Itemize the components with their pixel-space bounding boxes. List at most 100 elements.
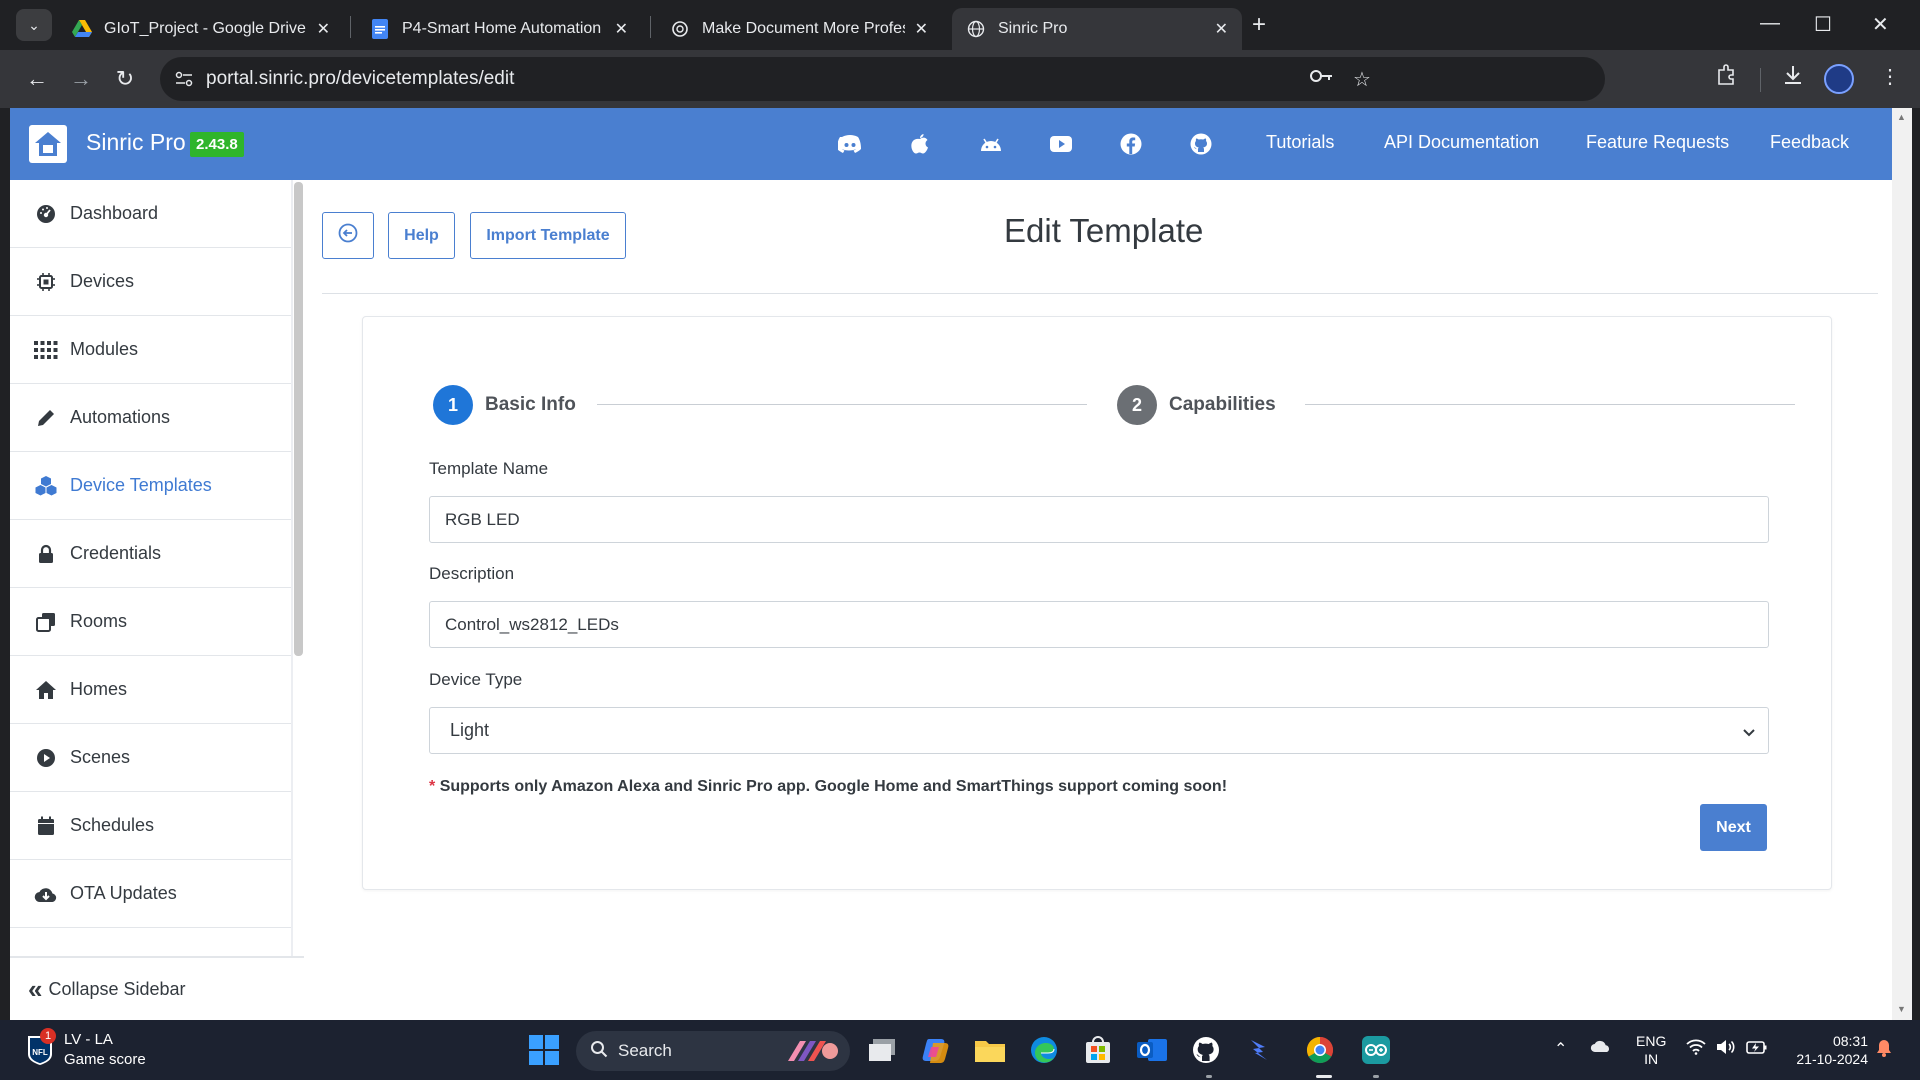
import-template-button[interactable]: Import Template — [470, 212, 626, 259]
rooms-icon — [34, 612, 58, 632]
device-type-select[interactable]: Light — [429, 707, 1769, 754]
outlook-icon[interactable] — [1134, 1032, 1170, 1068]
facebook-icon[interactable] — [1117, 130, 1145, 158]
search-label: Search — [618, 1041, 672, 1060]
feature-requests-link[interactable]: Feature Requests — [1586, 132, 1729, 153]
task-view-icon[interactable] — [864, 1032, 900, 1068]
step-basic-info[interactable]: 1 Basic Info — [433, 385, 576, 425]
site-settings-icon[interactable] — [170, 65, 198, 93]
more-menu-icon[interactable]: ⋮ — [1880, 64, 1900, 89]
sidebar-scrollbar[interactable] — [294, 182, 303, 656]
bookmark-star-icon[interactable]: ☆ — [1353, 67, 1371, 92]
game-score-widget[interactable]: LV - LA Game score — [64, 1030, 146, 1070]
brand-name[interactable]: Sinric Pro — [86, 129, 186, 156]
sidebar-item-device-templates[interactable]: Device Templates — [10, 452, 291, 520]
notification-bell-icon[interactable] — [1876, 1039, 1892, 1062]
minimize-icon[interactable]: — — [1760, 12, 1780, 35]
github-icon[interactable] — [1187, 130, 1215, 158]
profile-avatar[interactable] — [1824, 64, 1854, 94]
chrome-active-indicator — [1316, 1075, 1332, 1078]
browser-toolbar: ← → ↻ portal.sinric.pro/devicetemplates/… — [0, 50, 1920, 108]
terminal-app-icon[interactable] — [1242, 1032, 1278, 1068]
widget-subtitle: Game score — [64, 1051, 146, 1068]
sidebar-item-homes[interactable]: Homes — [10, 656, 291, 724]
arduino-ide-icon[interactable] — [1358, 1032, 1394, 1068]
apple-icon[interactable] — [906, 130, 934, 158]
next-button[interactable]: Next — [1700, 804, 1767, 851]
sidebar-item-label: Rooms — [70, 611, 128, 631]
feedback-link[interactable]: Feedback — [1770, 132, 1849, 153]
download-icon[interactable] — [1782, 64, 1804, 92]
sidebar-item-devices[interactable]: Devices — [10, 248, 291, 316]
file-explorer-icon[interactable] — [972, 1032, 1008, 1068]
help-button[interactable]: Help — [388, 212, 455, 259]
volume-icon[interactable] — [1716, 1039, 1736, 1060]
collapse-sidebar-label: Collapse Sidebar — [48, 978, 186, 999]
sidebar-item-ota-updates[interactable]: OTA Updates — [10, 860, 291, 928]
browser-tab-drive[interactable]: GIoT_Project - Google Drive ✕ — [58, 8, 344, 50]
browser-tab-sinric[interactable]: Sinric Pro ✕ — [952, 8, 1242, 50]
play-circle-icon — [34, 748, 58, 768]
sidebar-item-dashboard[interactable]: Dashboard — [10, 180, 291, 248]
close-icon[interactable]: ✕ — [1215, 19, 1228, 39]
taskbar-search[interactable]: Search — [576, 1031, 850, 1071]
sidebar-item-rooms[interactable]: Rooms — [10, 588, 291, 656]
page-scrollbar[interactable]: ▲ ▼ — [1892, 108, 1912, 1020]
battery-charging-icon[interactable] — [1746, 1039, 1768, 1060]
close-icon[interactable]: ✕ — [615, 19, 628, 39]
scroll-up-icon[interactable]: ▲ — [1897, 112, 1906, 122]
stepper-line — [1305, 404, 1795, 405]
step-capabilities[interactable]: 2 Capabilities — [1117, 385, 1276, 425]
sidebar-item-scenes[interactable]: Scenes — [10, 724, 291, 792]
discord-icon[interactable] — [836, 130, 864, 158]
toolbar-divider — [1760, 68, 1761, 92]
sinric-logo[interactable] — [29, 125, 67, 163]
password-key-icon[interactable] — [1310, 67, 1334, 90]
show-hidden-icons-icon[interactable]: ⌃ — [1554, 1039, 1567, 1059]
sidebar-item-label: Devices — [70, 271, 135, 291]
step-number: 2 — [1117, 385, 1157, 425]
search-highlight-icon — [786, 1039, 840, 1068]
maximize-icon[interactable]: ☐ — [1814, 12, 1832, 37]
extensions-icon[interactable] — [1716, 64, 1738, 92]
clock[interactable]: 08:31 21-10-2024 — [1784, 1032, 1868, 1068]
reload-icon[interactable]: ↻ — [108, 62, 142, 96]
pencil-icon — [34, 408, 58, 428]
api-docs-link[interactable]: API Documentation — [1384, 132, 1539, 153]
sidebar-item-modules[interactable]: Modules — [10, 316, 291, 384]
forward-arrow-icon[interactable]: → — [64, 62, 98, 96]
back-button[interactable] — [322, 212, 374, 259]
stepper-line — [597, 404, 1087, 405]
onedrive-cloud-icon[interactable] — [1590, 1039, 1612, 1058]
address-bar[interactable]: portal.sinric.pro/devicetemplates/edit ☆ — [160, 57, 1605, 101]
template-name-input[interactable] — [429, 496, 1769, 543]
browser-tab-chatgpt[interactable]: Make Document More Professio ✕ — [656, 8, 942, 50]
cloud-download-icon — [34, 885, 58, 903]
new-tab-icon[interactable]: + — [1252, 12, 1266, 38]
tab-search-button[interactable]: ⌄ — [16, 9, 52, 41]
chrome-icon[interactable] — [1302, 1032, 1338, 1068]
language-indicator[interactable]: ENG IN — [1636, 1032, 1666, 1068]
microsoft-store-icon[interactable] — [1080, 1032, 1116, 1068]
tutorials-link[interactable]: Tutorials — [1266, 132, 1334, 153]
copilot-icon[interactable] — [918, 1032, 954, 1068]
sidebar-item-schedules[interactable]: Schedules — [10, 792, 291, 860]
tab-title: GIoT_Project - Google Drive — [104, 20, 306, 37]
windows-start-icon[interactable] — [526, 1032, 562, 1068]
youtube-icon[interactable] — [1047, 130, 1075, 158]
wifi-icon[interactable] — [1686, 1039, 1706, 1060]
scroll-down-icon[interactable]: ▼ — [1897, 1004, 1906, 1014]
close-icon[interactable]: ✕ — [915, 19, 928, 39]
back-arrow-icon[interactable]: ← — [20, 62, 54, 96]
android-icon[interactable] — [977, 130, 1005, 158]
sidebar-item-label: Scenes — [70, 747, 131, 767]
close-icon[interactable]: ✕ — [317, 19, 330, 39]
collapse-sidebar-button[interactable]: « Collapse Sidebar — [10, 956, 304, 1020]
window-close-icon[interactable]: ✕ — [1872, 12, 1889, 37]
sidebar-item-credentials[interactable]: Credentials — [10, 520, 291, 588]
edge-icon[interactable] — [1026, 1032, 1062, 1068]
sidebar-item-automations[interactable]: Automations — [10, 384, 291, 452]
browser-tab-docs[interactable]: P4-Smart Home Automation Sy ✕ — [356, 8, 642, 50]
github-desktop-icon[interactable] — [1188, 1032, 1224, 1068]
description-input[interactable] — [429, 601, 1769, 648]
